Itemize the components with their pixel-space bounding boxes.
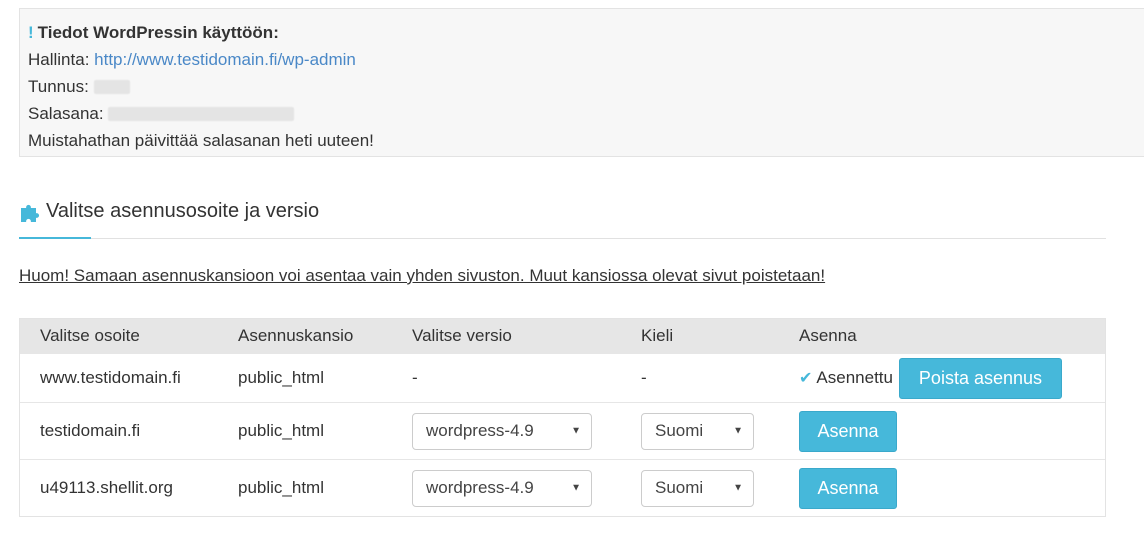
header-install: Asenna bbox=[799, 326, 857, 345]
row-install-cell: ✔ Asennettu Poista asennus bbox=[799, 354, 1062, 402]
password-line: Salasana: bbox=[28, 100, 1144, 127]
row-address: www.testidomain.fi bbox=[40, 368, 181, 387]
header-address: Valitse osoite bbox=[40, 326, 140, 345]
version-select-value: wordpress-4.9 bbox=[426, 478, 534, 497]
password-redacted bbox=[108, 107, 295, 121]
row-folder: public_html bbox=[238, 421, 324, 440]
language-select-value: Suomi bbox=[655, 478, 704, 497]
language-select[interactable]: Suomi ▼ bbox=[641, 412, 754, 450]
reminder-line: Muistahathan päivittää salasanan heti uu… bbox=[28, 127, 1144, 154]
version-select-value: wordpress-4.9 bbox=[426, 421, 534, 440]
row-version-cell: wordpress-4.9 ▼ bbox=[412, 460, 592, 516]
caret-down-icon: ▼ bbox=[571, 425, 581, 437]
header-version: Valitse versio bbox=[412, 326, 512, 345]
admin-url-link[interactable]: http://www.testidomain.fi/wp-admin bbox=[94, 50, 356, 69]
admin-line: Hallinta: http://www.testidomain.fi/wp-a… bbox=[28, 46, 1144, 73]
username-label: Tunnus: bbox=[28, 77, 89, 96]
install-table: Valitse osoite Asennuskansio Valitse ver… bbox=[19, 318, 1106, 517]
row-language-cell: Suomi ▼ bbox=[641, 460, 754, 516]
row-version-cell: wordpress-4.9 ▼ bbox=[412, 403, 592, 459]
row-install-cell: Asenna bbox=[799, 403, 897, 459]
version-select[interactable]: wordpress-4.9 ▼ bbox=[412, 412, 592, 450]
row-folder: public_html bbox=[238, 478, 324, 497]
installed-label: Asennettu bbox=[816, 368, 893, 387]
section-divider bbox=[19, 238, 1106, 239]
row-install-cell: Asenna bbox=[799, 460, 897, 516]
header-language: Kieli bbox=[641, 326, 674, 345]
row-address: testidomain.fi bbox=[40, 421, 141, 440]
section-heading: Valitse asennusosoite ja versio bbox=[19, 200, 319, 223]
row-folder: public_html bbox=[238, 368, 324, 387]
version-select[interactable]: wordpress-4.9 ▼ bbox=[412, 469, 592, 507]
table-row: testidomain.fi public_html wordpress-4.9… bbox=[20, 402, 1105, 459]
row-version: - bbox=[412, 368, 418, 387]
page: ! Tiedot WordPressin käyttöön: Hallinta: … bbox=[0, 0, 1144, 540]
section-divider-accent bbox=[19, 237, 91, 239]
table-header: Valitse osoite Asennuskansio Valitse ver… bbox=[20, 319, 1105, 353]
row-address: u49113.shellit.org bbox=[40, 478, 173, 497]
caret-down-icon: ▼ bbox=[571, 482, 581, 494]
reminder-text: Muistahathan päivittää salasanan heti uu… bbox=[28, 131, 374, 150]
info-title: Tiedot WordPressin käyttöön: bbox=[37, 23, 279, 42]
wordpress-info-box: ! Tiedot WordPressin käyttöön: Hallinta: … bbox=[19, 8, 1144, 157]
exclamation-icon: ! bbox=[28, 23, 34, 42]
install-button[interactable]: Asenna bbox=[799, 410, 897, 452]
caret-down-icon: ▼ bbox=[733, 425, 743, 437]
warning-text: Huom! Samaan asennuskansioon voi asentaa… bbox=[19, 266, 826, 285]
table-row: u49113.shellit.org public_html wordpress… bbox=[20, 459, 1105, 516]
username-redacted bbox=[93, 80, 130, 94]
install-button[interactable]: Asenna bbox=[799, 467, 897, 509]
puzzle-icon bbox=[21, 204, 40, 222]
installed-status: ✔ Asennettu bbox=[799, 368, 899, 388]
language-select-value: Suomi bbox=[655, 421, 704, 440]
caret-down-icon: ▼ bbox=[733, 482, 743, 494]
username-line: Tunnus: bbox=[28, 73, 1144, 100]
section-title: Valitse asennusosoite ja versio bbox=[46, 200, 320, 222]
uninstall-button[interactable]: Poista asennus bbox=[898, 357, 1062, 399]
header-folder: Asennuskansio bbox=[238, 326, 354, 345]
info-title-line: ! Tiedot WordPressin käyttöön: bbox=[28, 19, 1144, 46]
table-row: www.testidomain.fi public_html - - ✔ Ase… bbox=[20, 353, 1105, 402]
password-label: Salasana: bbox=[28, 104, 104, 123]
admin-label: Hallinta: bbox=[28, 50, 90, 69]
checkmark-icon: ✔ bbox=[799, 370, 813, 387]
language-select[interactable]: Suomi ▼ bbox=[641, 469, 754, 507]
row-language-cell: Suomi ▼ bbox=[641, 403, 754, 459]
row-language: - bbox=[641, 368, 647, 387]
